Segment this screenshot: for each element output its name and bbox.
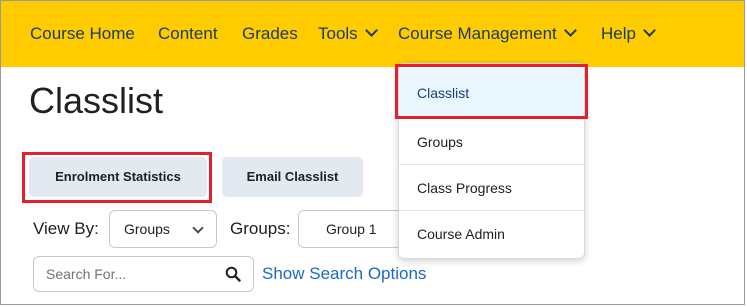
dropdown-item-course-admin-label: Course Admin [417, 226, 505, 242]
nav-tools[interactable]: Tools [318, 23, 378, 45]
nav-grades[interactable]: Grades [242, 23, 298, 45]
nav-help[interactable]: Help [601, 23, 656, 45]
enrolment-statistics-button[interactable]: Enrolment Statistics [29, 157, 207, 197]
search-input[interactable] [46, 263, 216, 285]
nav-tools-label: Tools [318, 24, 358, 43]
dropdown-item-class-progress[interactable]: Class Progress [399, 165, 584, 211]
nav-help-label: Help [601, 24, 636, 43]
course-management-dropdown: Classlist Groups Class Progress Course A… [398, 63, 585, 259]
dropdown-item-classlist-label: Classlist [417, 85, 470, 101]
nav-course-home[interactable]: Course Home [30, 23, 135, 45]
view-by-value: Groups [124, 221, 170, 237]
groups-label: Groups: [230, 219, 291, 238]
email-classlist-button[interactable]: Email Classlist [222, 157, 363, 197]
course-navbar: Course Home Content Grades Tools Course … [1, 1, 744, 67]
chevron-down-icon [192, 222, 204, 234]
dropdown-item-class-progress-label: Class Progress [417, 180, 512, 196]
search-icon[interactable] [225, 266, 241, 282]
dropdown-item-groups[interactable]: Groups [399, 119, 584, 165]
nav-grades-label: Grades [242, 24, 298, 43]
nav-course-management-label: Course Management [398, 24, 557, 43]
view-by-label: View By: [33, 219, 99, 238]
chevron-down-icon [643, 24, 656, 37]
nav-course-home-label: Course Home [30, 24, 135, 43]
dropdown-item-groups-label: Groups [417, 134, 463, 150]
show-search-options-link[interactable]: Show Search Options [262, 263, 426, 285]
chevron-down-icon [364, 24, 378, 37]
chevron-down-icon [563, 24, 577, 37]
page-title: Classlist [29, 80, 164, 121]
dropdown-item-classlist[interactable]: Classlist [399, 68, 584, 118]
nav-content[interactable]: Content [158, 23, 218, 45]
search-field[interactable] [33, 256, 254, 292]
nav-course-management[interactable]: Course Management [398, 23, 577, 45]
groups-value: Group 1 [326, 221, 377, 237]
view-by-select[interactable]: Groups [109, 210, 217, 248]
dropdown-item-course-admin[interactable]: Course Admin [399, 211, 584, 257]
app-frame: Course Home Content Grades Tools Course … [0, 0, 745, 305]
nav-content-label: Content [158, 24, 218, 43]
